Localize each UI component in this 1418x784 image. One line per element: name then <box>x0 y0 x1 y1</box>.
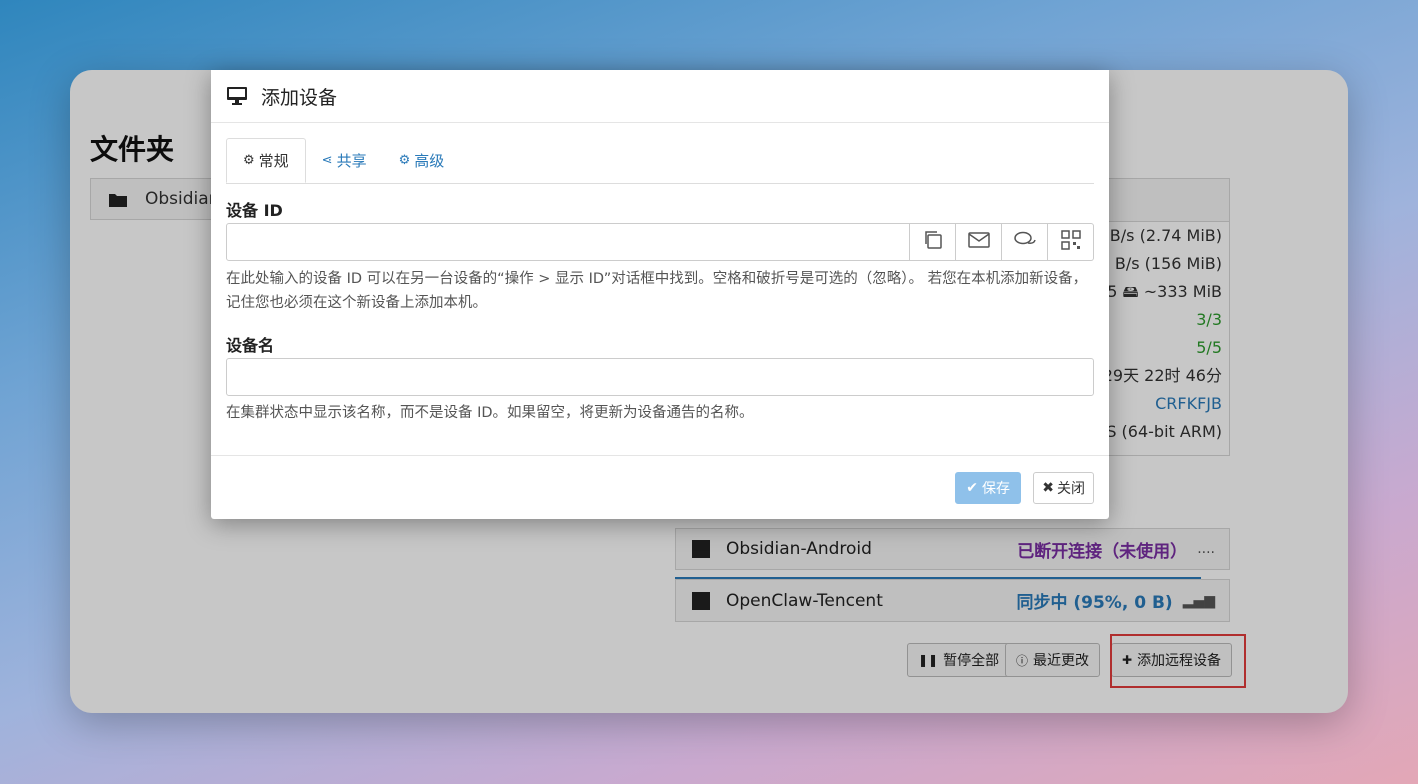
close-label: 关闭 <box>1057 481 1085 497</box>
desktop-icon <box>227 87 247 105</box>
close-button[interactable]: ✖ 关闭 <box>1033 472 1094 504</box>
close-icon: ✖ <box>1042 480 1054 496</box>
share-icon: ⋖ <box>321 153 333 168</box>
device-name-help: 在集群状态中显示该名称，而不是设备 ID。如果留空，将更新为设备通告的名称。 <box>226 405 754 421</box>
device-id-input[interactable] <box>226 223 910 261</box>
cogs-icon: ⚙ <box>398 153 411 168</box>
envelope-icon <box>967 231 990 253</box>
qrcode-button[interactable] <box>1048 223 1094 261</box>
add-device-dialog: 添加设备 ⚙ 常规 ⋖ 共享 ⚙ 高级 设备 ID 在此处输入的设备 ID 可以… <box>211 70 1109 519</box>
copy-button[interactable] <box>910 223 956 261</box>
device-id-help: 在此处输入的设备 ID 可以在另一台设备的“操作 > 显示 ID”对话框中找到。… <box>226 271 1088 311</box>
tab-advanced[interactable]: ⚙ 高级 <box>383 138 461 183</box>
chat-icon <box>1013 231 1037 254</box>
message-button[interactable] <box>1002 223 1048 261</box>
dialog-header: 添加设备 <box>211 70 1109 123</box>
device-name-label: 设备名 <box>226 336 275 355</box>
qrcode-icon <box>1060 229 1081 255</box>
dialog-tabs: ⚙ 常规 ⋖ 共享 ⚙ 高级 <box>226 138 1094 184</box>
device-id-label: 设备 ID <box>226 201 283 220</box>
tab-sharing[interactable]: ⋖ 共享 <box>306 138 383 183</box>
email-button[interactable] <box>956 223 1002 261</box>
device-name-input[interactable] <box>226 358 1094 396</box>
dialog-title: 添加设备 <box>261 86 338 109</box>
check-icon: ✔ <box>966 480 978 496</box>
save-button[interactable]: ✔ 保存 <box>955 472 1021 504</box>
device-id-group <box>226 223 1094 261</box>
copy-icon <box>923 230 943 255</box>
save-label: 保存 <box>982 481 1010 497</box>
tab-general[interactable]: ⚙ 常规 <box>226 138 306 183</box>
gear-icon: ⚙ <box>243 153 255 168</box>
tab-general-label: 常规 <box>258 152 289 170</box>
tab-advanced-label: 高级 <box>414 152 445 170</box>
dialog-footer: ✔ 保存 ✖ 关闭 <box>211 455 1109 519</box>
tab-sharing-label: 共享 <box>336 152 367 170</box>
